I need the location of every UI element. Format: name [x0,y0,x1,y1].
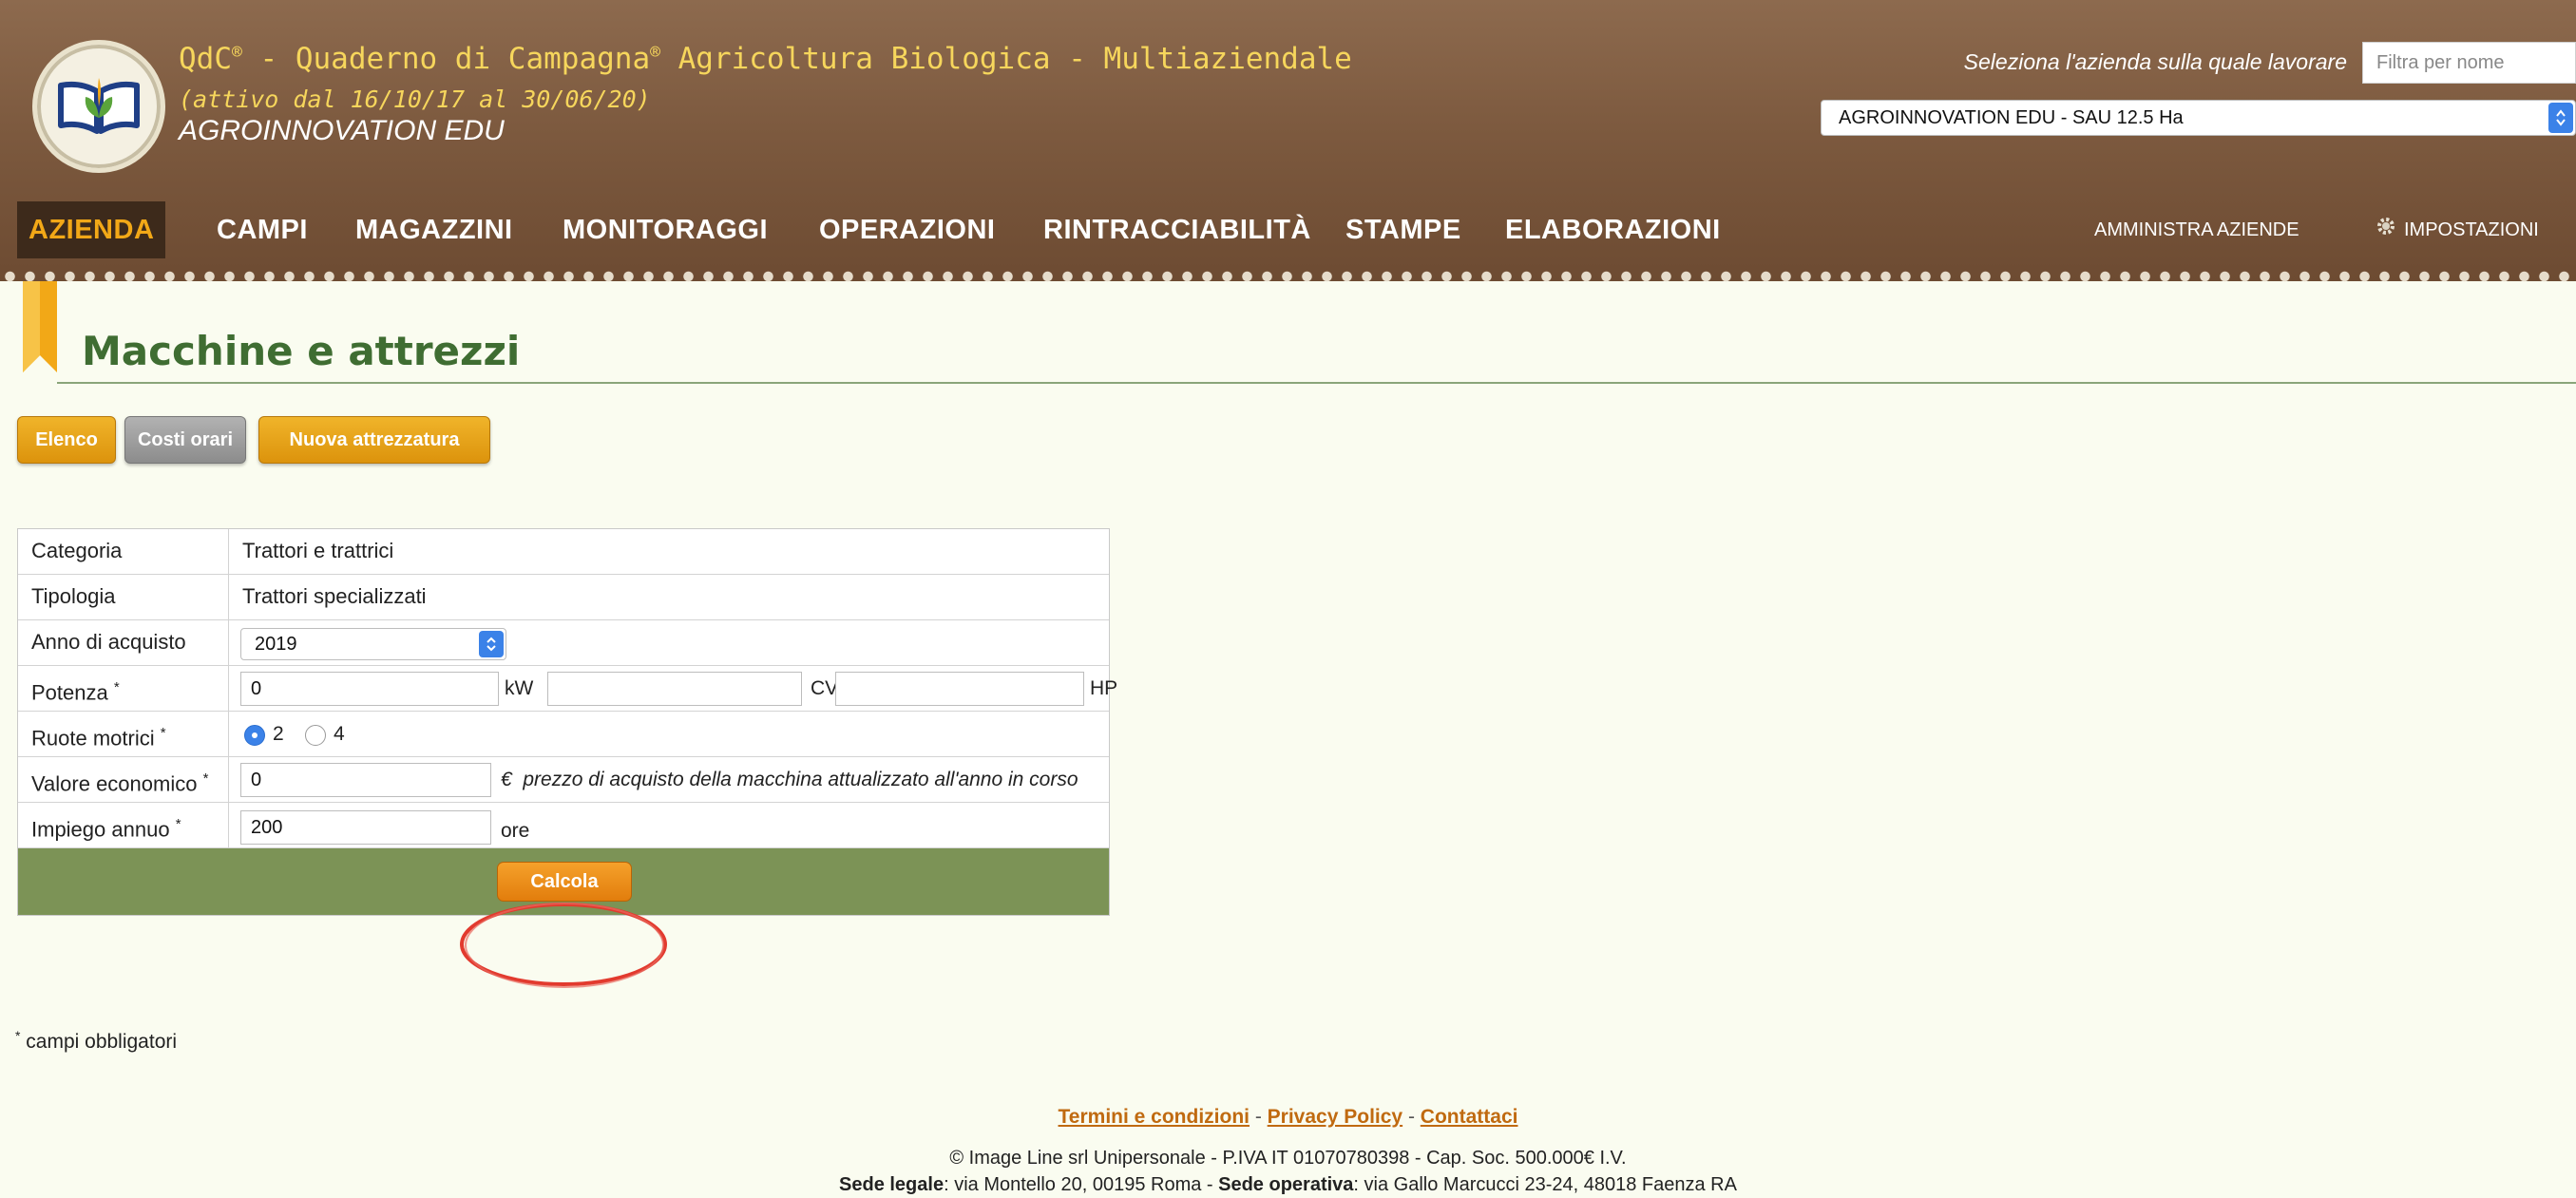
contact-link[interactable]: Contattaci [1421,1106,1518,1128]
row-ruote: Ruote motrici * 2 4 [18,712,1109,757]
app-logo[interactable] [32,40,165,173]
nav-rintracciabilita[interactable]: RINTRACCIABILITÀ [1043,201,1311,258]
footer-links: Termini e condizioni - Privacy Policy - … [1058,1106,1518,1128]
nav-magazzini[interactable]: MAGAZZINI [355,201,513,258]
mandatory-fields-note: * campi obbligatori [15,1028,178,1053]
calcola-button[interactable]: Calcola [497,862,632,902]
ruote-option-2-label: 2 [273,723,284,745]
categoria-value: Trattori e trattrici [242,539,394,562]
valore-hint: € prezzo di acquisto della macchina attu… [501,769,1078,790]
anno-label: Anno di acquisto [18,620,229,665]
ruote-option-4-label: 4 [334,723,345,745]
highlight-circle-annotation [460,903,667,988]
row-valore: Valore economico * € prezzo di acquisto … [18,757,1109,803]
nav-impostazioni-label: IMPOSTAZIONI [2404,219,2539,240]
company-select[interactable]: AGROINNOVATION EDU - SAU 12.5 Ha [1821,100,2576,136]
tab-costi-orari[interactable]: Costi orari [124,416,246,464]
valore-input[interactable] [240,763,491,797]
select-arrows-icon [2548,103,2573,133]
anno-select-value: 2019 [255,634,297,655]
kw-unit: kW [505,677,534,699]
nav-elaborazioni[interactable]: ELABORAZIONI [1505,201,1721,258]
title-divider [57,382,2576,384]
impiego-unit: ore [501,820,530,842]
page-title: Macchine e attrezzi [82,328,521,374]
impiego-label: Impiego annuo * [18,803,229,847]
nav-monitoraggi[interactable]: MONITORAGGI [563,201,768,258]
ruote-label: Ruote motrici * [18,712,229,756]
current-company: AGROINNOVATION EDU [179,115,505,146]
select-company-label: Seleziona l'azienda sulla quale lavorare [1963,49,2347,74]
row-anno: Anno di acquisto 2019 [18,620,1109,666]
nav-operazioni[interactable]: OPERAZIONI [819,201,995,258]
gear-icon [2376,202,2396,259]
hp-unit: HP [1090,677,1118,699]
impiego-input[interactable] [240,810,491,845]
ruote-radio-2[interactable] [244,725,265,746]
app-title: QdC® - Quaderno di Campagna® Agricoltura… [179,42,1352,76]
potenza-hp-input[interactable] [835,672,1084,706]
row-potenza: Potenza * kW CV HP [18,666,1117,712]
license-period: (attivo dal 16/10/17 al 30/06/20) [179,86,651,113]
nav-campi[interactable]: CAMPI [217,201,308,258]
valore-label: Valore economico * [18,757,229,802]
potenza-kw-input[interactable] [240,672,499,706]
company-select-value: AGROINNOVATION EDU - SAU 12.5 Ha [1839,107,2184,128]
cv-unit: CV [811,677,839,699]
machine-cost-form: Categoria Trattori e trattrici Tipologia… [17,528,1117,916]
tipologia-value: Trattori specializzati [242,584,427,608]
select-arrows-icon [479,631,504,657]
tab-nuova-attrezzatura[interactable]: Nuova attrezzatura [258,416,490,464]
nav-impostazioni[interactable]: IMPOSTAZIONI [2376,201,2539,258]
nav-amministra-aziende[interactable]: AMMINISTRA AZIENDE [2094,201,2299,258]
terms-link[interactable]: Termini e condizioni [1059,1106,1250,1128]
categoria-label: Categoria [18,529,229,574]
header-stitch-divider [0,269,2576,284]
leaf-book-icon [58,78,140,134]
main-nav: AZIENDA CAMPI MAGAZZINI MONITORAGGI OPER… [0,201,2576,258]
potenza-cv-input[interactable] [547,672,802,706]
app-header: QdC® - Quaderno di Campagna® Agricoltura… [0,0,2576,284]
ruote-radio-4[interactable] [305,725,326,746]
footer-address: Sede legale: via Montello 20, 00195 Roma… [839,1174,1737,1195]
tipologia-label: Tipologia [18,575,229,619]
privacy-link[interactable]: Privacy Policy [1268,1106,1402,1128]
row-categoria: Categoria Trattori e trattrici [18,529,1109,575]
nav-azienda[interactable]: AZIENDA [17,201,166,258]
row-tipologia: Tipologia Trattori specializzati [18,575,1109,620]
row-impiego: Impiego annuo * ore [18,803,1109,848]
tab-elenco[interactable]: Elenco [17,416,116,464]
company-filter-input[interactable] [2362,42,2576,84]
footer-copyright: © Image Line srl Unipersonale - P.IVA IT… [949,1148,1627,1169]
potenza-label: Potenza * [18,666,229,711]
bookmark-ribbon-icon [23,281,57,372]
nav-stampe[interactable]: STAMPE [1345,201,1461,258]
anno-select[interactable]: 2019 [240,628,506,660]
